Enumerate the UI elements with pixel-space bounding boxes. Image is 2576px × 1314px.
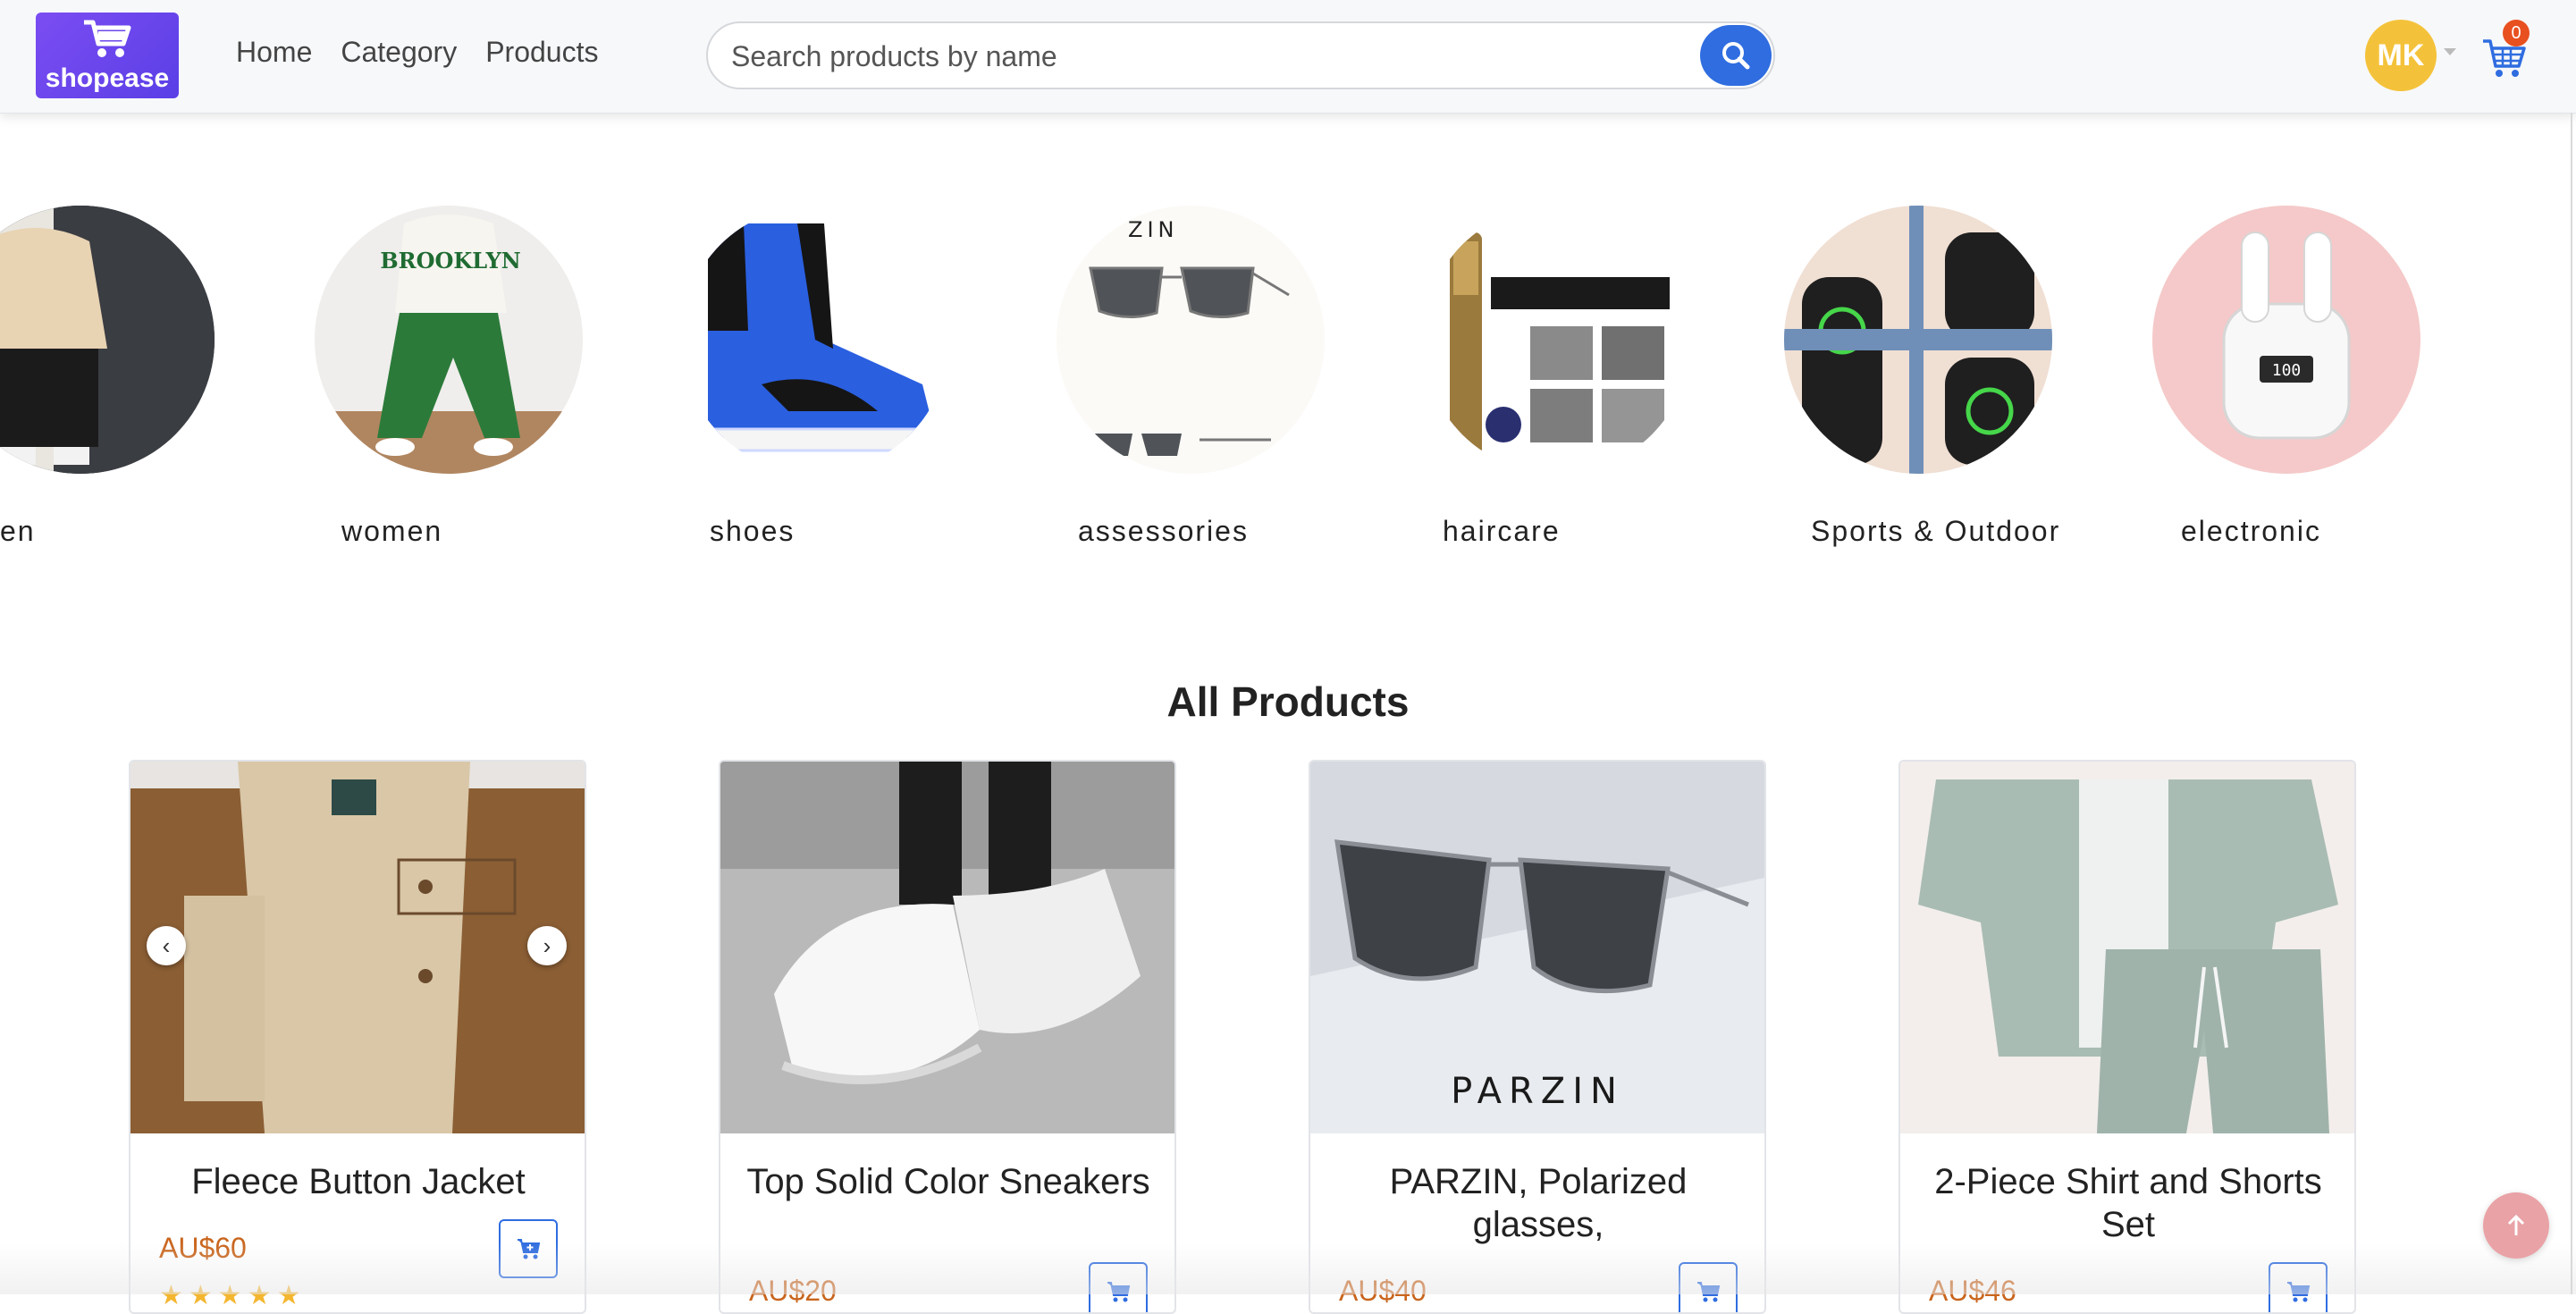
product-card[interactable]: Top Solid Color Sneakers AU$20 bbox=[719, 760, 1176, 1314]
category-label: electronic bbox=[2181, 515, 2321, 547]
category-shoes[interactable]: shoes bbox=[681, 206, 949, 547]
add-to-cart-button[interactable] bbox=[2269, 1262, 2328, 1312]
category-women[interactable]: BROOKLYN women bbox=[315, 206, 583, 547]
rating-stars: ★★★★★ bbox=[159, 1281, 307, 1310]
category-assessories[interactable]: ZIN assessories bbox=[1056, 206, 1325, 547]
product-price: AU$46 bbox=[1929, 1275, 2016, 1307]
category-carousel: en BROOKLYN women shoes ZIN assessories … bbox=[0, 206, 2576, 563]
product-card[interactable]: PARZIN PARZIN, Polarized glasses, AU$40 bbox=[1309, 760, 1766, 1314]
add-to-cart-button[interactable] bbox=[1679, 1262, 1738, 1312]
cart-plus-icon bbox=[1107, 1282, 1131, 1302]
user-avatar[interactable]: MK bbox=[2365, 20, 2437, 91]
search-icon bbox=[1722, 42, 1750, 70]
brand-print: PARZIN bbox=[1451, 1071, 1624, 1112]
svg-text:BROOKLYN: BROOKLYN bbox=[380, 248, 520, 274]
nav-category-link[interactable]: Category bbox=[341, 36, 457, 69]
nav-home-link[interactable]: Home bbox=[236, 36, 312, 69]
category-shoes-image bbox=[681, 206, 949, 474]
category-electronic-image: 100 bbox=[2152, 206, 2420, 474]
add-to-cart-button[interactable] bbox=[1089, 1262, 1148, 1312]
product-image[interactable] bbox=[720, 762, 1174, 1133]
scrollbar[interactable] bbox=[2571, 113, 2572, 1294]
cart-plus-icon bbox=[518, 1239, 541, 1259]
category-label: shoes bbox=[710, 515, 796, 547]
product-image[interactable]: PARZIN bbox=[1310, 762, 1764, 1133]
carousel-prev-button[interactable]: ‹ bbox=[147, 926, 186, 965]
category-label: en bbox=[0, 515, 36, 547]
svg-text:ZIN: ZIN bbox=[1128, 217, 1178, 242]
nav-links: Home Category Products bbox=[236, 36, 598, 69]
category-label: women bbox=[341, 515, 443, 547]
carousel-next-button[interactable]: › bbox=[527, 926, 567, 965]
category-women-image: BROOKLYN bbox=[315, 206, 583, 474]
category-label: haircare bbox=[1443, 515, 1561, 547]
product-title[interactable]: Fleece Button Jacket bbox=[148, 1160, 568, 1203]
product-title[interactable]: PARZIN, Polarized glasses, bbox=[1328, 1160, 1748, 1246]
cart-plus-icon bbox=[1697, 1282, 1721, 1302]
product-price: AU$40 bbox=[1339, 1275, 1427, 1307]
chevron-down-icon[interactable] bbox=[2444, 48, 2456, 55]
top-navbar: shopease Home Category Products MK 0 bbox=[0, 0, 2576, 114]
scroll-to-top-button[interactable] bbox=[2483, 1192, 2549, 1259]
category-electronic[interactable]: 100 electronic bbox=[2152, 206, 2420, 547]
add-to-cart-button[interactable] bbox=[499, 1219, 558, 1278]
brand-name: shopease bbox=[45, 63, 170, 93]
category-haircare-image bbox=[1423, 206, 1691, 474]
category-men-image bbox=[0, 206, 215, 474]
search-input[interactable] bbox=[729, 36, 1663, 77]
cart-logo-icon bbox=[84, 20, 131, 57]
nav-products-link[interactable]: Products bbox=[485, 36, 598, 69]
product-title[interactable]: Top Solid Color Sneakers bbox=[738, 1160, 1158, 1203]
product-price: AU$20 bbox=[749, 1275, 837, 1307]
category-assessories-image: ZIN bbox=[1056, 206, 1325, 474]
category-sports-outdoor[interactable]: Sports & Outdoor bbox=[1784, 206, 2058, 547]
shopease-logo[interactable]: shopease bbox=[36, 13, 179, 98]
search-button[interactable] bbox=[1700, 25, 1772, 86]
product-card[interactable]: 2-Piece Shirt and Shorts Set AU$46 bbox=[1898, 760, 2356, 1314]
product-price: AU$60 bbox=[159, 1232, 247, 1264]
arrow-up-icon bbox=[2507, 1214, 2525, 1235]
cart-count-badge: 0 bbox=[2503, 20, 2530, 46]
category-label: Sports & Outdoor bbox=[1811, 515, 2061, 547]
cart-plus-icon bbox=[2287, 1282, 2311, 1302]
category-sports-outdoor-image bbox=[1784, 206, 2052, 474]
category-men[interactable]: en bbox=[0, 206, 215, 547]
category-haircare[interactable]: haircare bbox=[1423, 206, 1691, 547]
product-card[interactable]: ‹ › Fleece Button Jacket AU$60 ★★★★★ bbox=[129, 760, 586, 1314]
product-image[interactable] bbox=[1900, 762, 2354, 1133]
search-bar bbox=[706, 21, 1775, 89]
svg-text:100: 100 bbox=[2272, 361, 2302, 380]
product-image[interactable]: ‹ › bbox=[130, 762, 585, 1133]
product-title[interactable]: 2-Piece Shirt and Shorts Set bbox=[1918, 1160, 2338, 1246]
category-label: assessories bbox=[1078, 515, 1249, 547]
section-title: All Products bbox=[1166, 678, 1410, 725]
